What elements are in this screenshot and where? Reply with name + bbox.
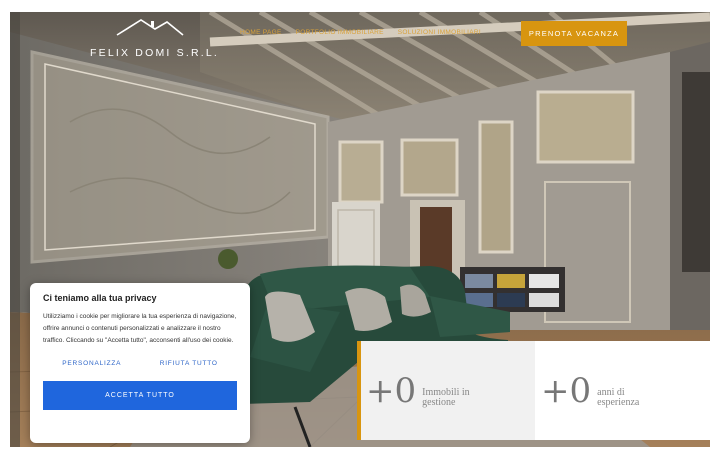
customize-cookies-button[interactable]: PERSONALIZZA [62,360,121,367]
stat-properties: +0 Immobili in gestione [360,341,535,440]
stats-panel: +0 Immobili in gestione +0 anni di esper… [357,341,710,440]
brand-name: FELIX DOMI S.R.L. [90,47,220,59]
book-holiday-button[interactable]: PRENOTA VACANZA [521,21,627,46]
house-roof-icon [116,19,184,36]
brand-logo[interactable]: FELIX DOMI S.R.L. [90,17,230,67]
accept-all-button[interactable]: ACCETTA TUTTO [43,381,237,410]
stats-accent-bar [357,341,361,440]
reject-all-button[interactable]: RIFIUTA TUTTO [160,360,218,367]
main-nav: HOME PAGE PORTFOLIO IMMOBILIARE SOLUZION… [240,29,481,36]
cookie-secondary-actions: PERSONALIZZA RIFIUTA TUTTO [43,360,237,367]
cookie-title: Ci teniamo alla tua privacy [43,293,157,303]
nav-item-soluzioni[interactable]: SOLUZIONI IMMOBILIARI [398,29,481,36]
page-frame: FELIX DOMI S.R.L. HOME PAGE PORTFOLIO IM… [10,12,710,447]
cookie-text: Utilizziamo i cookie per migliorare la t… [43,313,237,344]
stat-experience: +0 anni di esperienza [535,341,710,440]
stat-value: +0 [366,370,417,411]
stat-label: anni di esperienza [597,387,640,408]
nav-item-home-page[interactable]: HOME PAGE [240,29,282,36]
nav-item-portfolio[interactable]: PORTFOLIO IMMOBILIARE [296,29,384,36]
cookie-consent-dialog: Ci teniamo alla tua privacy Utilizziamo … [30,283,250,443]
stat-label-line: gestione [422,396,456,408]
stat-label-line: esperienza [597,396,640,408]
stat-value: +0 [541,370,592,411]
stat-label: Immobili in gestione [422,387,470,408]
